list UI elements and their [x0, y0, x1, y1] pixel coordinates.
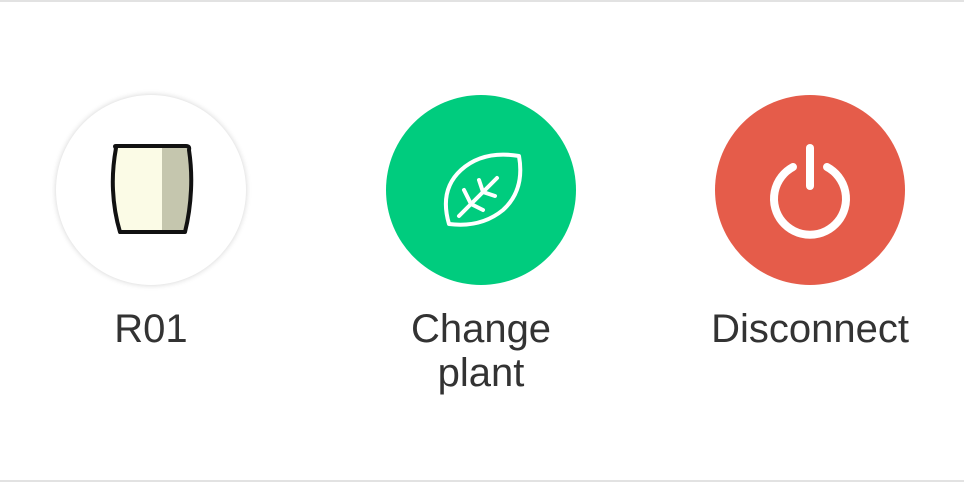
disconnect-circle[interactable] — [715, 95, 905, 285]
pot-button[interactable]: R01 — [31, 95, 271, 351]
change-plant-label: Change plant — [410, 307, 552, 395]
change-plant-circle[interactable] — [386, 95, 576, 285]
pot-icon — [110, 144, 194, 234]
disconnect-label: Disconnect — [711, 307, 909, 351]
disconnect-button[interactable]: Disconnect — [690, 95, 930, 351]
pot-label: R01 — [114, 307, 188, 351]
change-plant-button[interactable]: Change plant — [361, 95, 601, 395]
top-divider — [0, 0, 964, 2]
pot-circle[interactable] — [56, 95, 246, 285]
action-panel: R01 Change plant Disconnect — [0, 0, 964, 482]
leaf-icon — [444, 152, 523, 227]
power-icon — [770, 144, 850, 239]
